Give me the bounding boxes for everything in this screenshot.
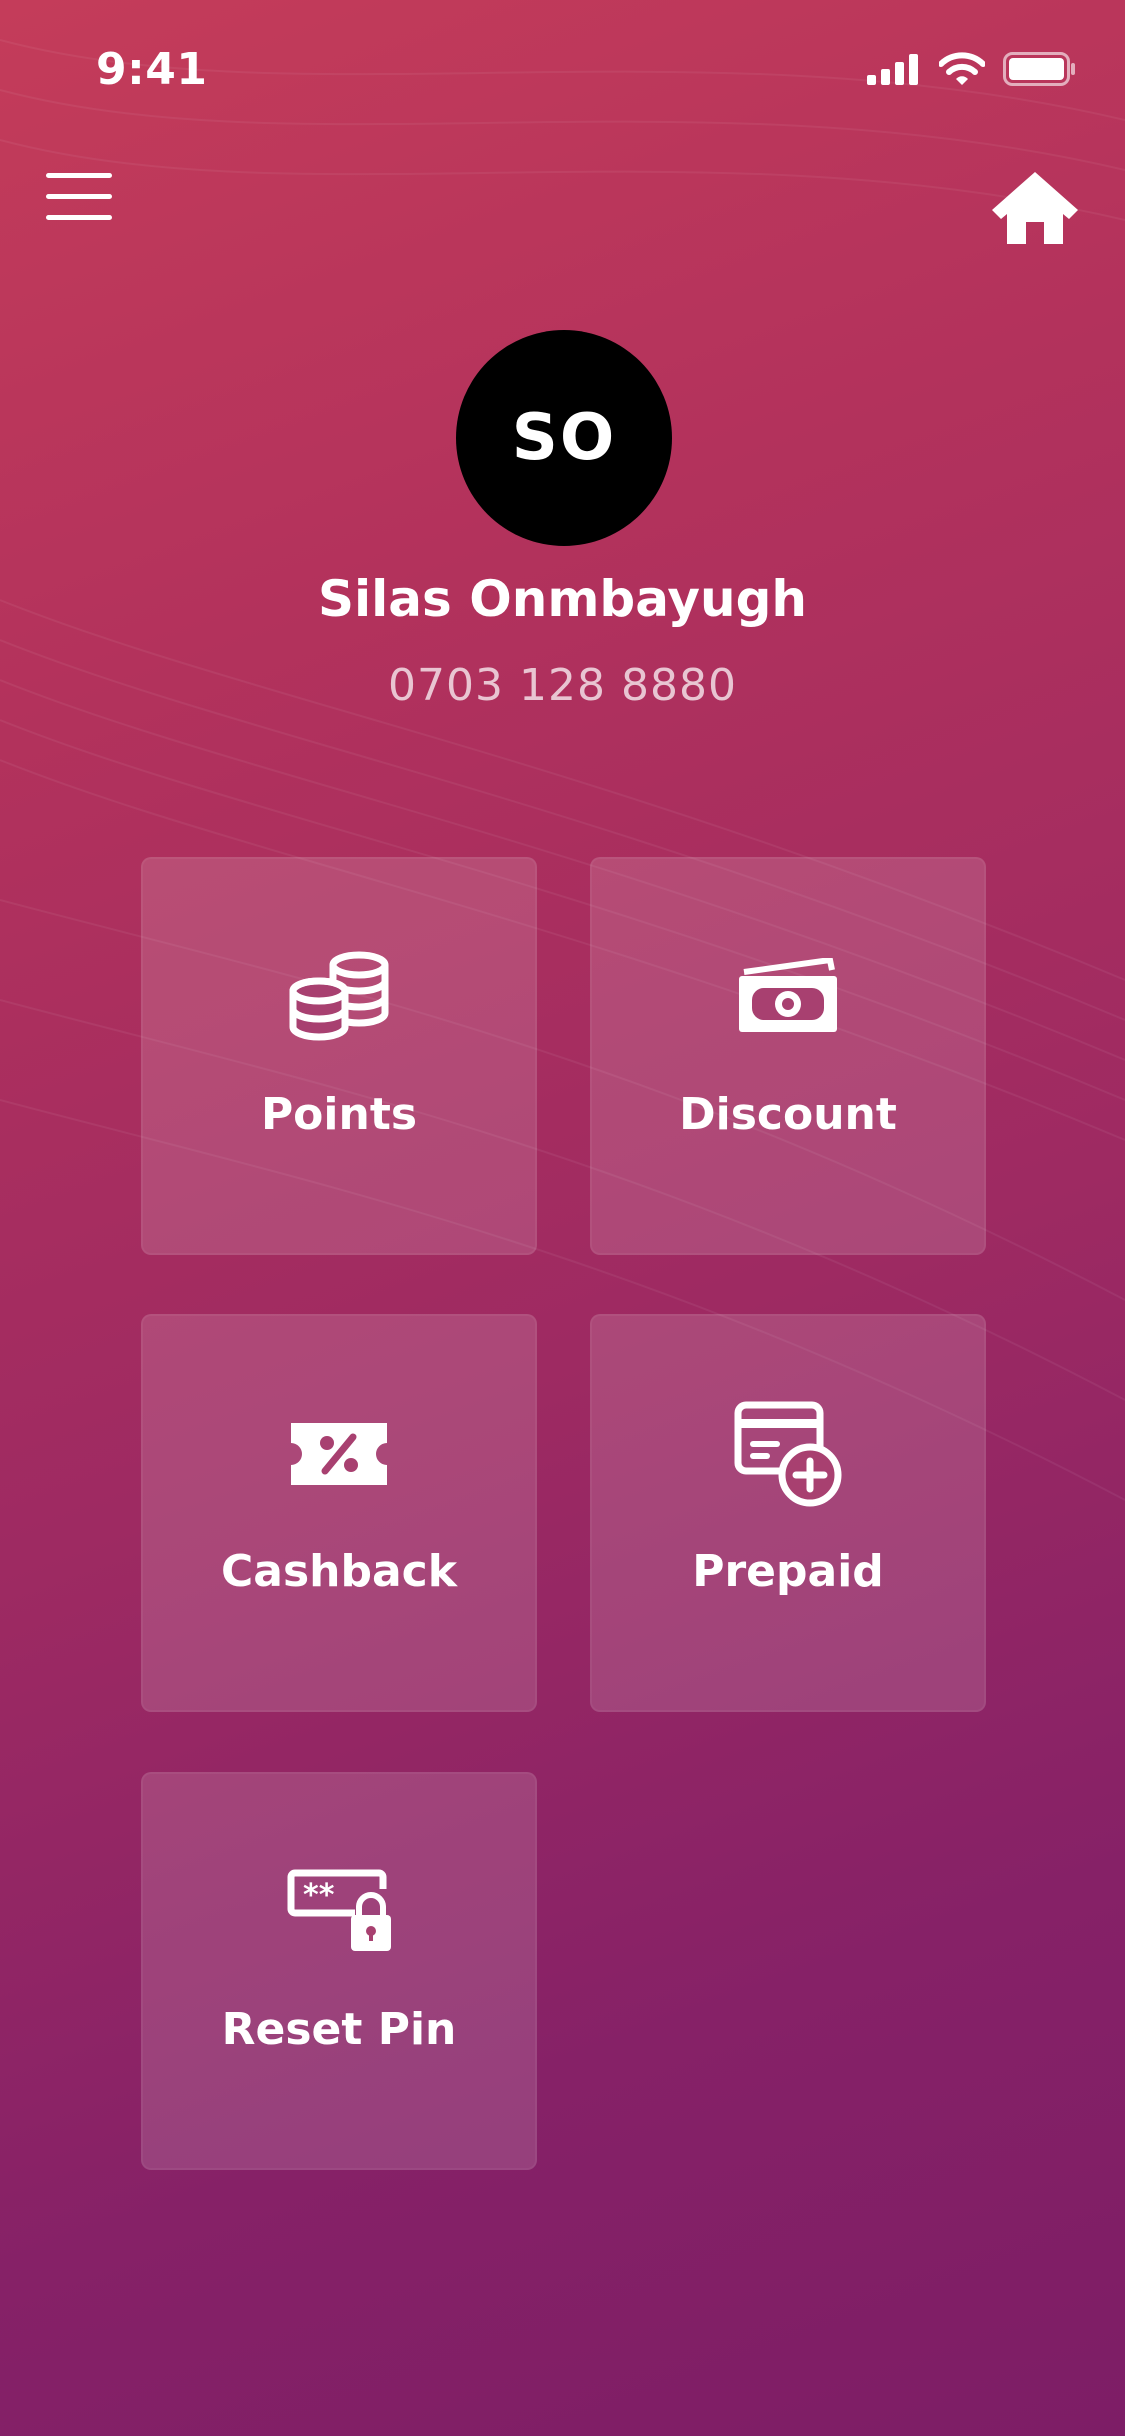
tile-cashback[interactable]: Cashback bbox=[141, 1314, 537, 1712]
status-icons bbox=[867, 52, 1077, 86]
user-phone: 0703 128 8880 bbox=[388, 660, 737, 711]
user-name: Silas Onmbayugh bbox=[318, 570, 807, 628]
coins-icon bbox=[289, 951, 389, 1041]
home-icon[interactable] bbox=[990, 170, 1080, 246]
status-time: 9:41 bbox=[96, 44, 208, 95]
avatar-initials: SO bbox=[511, 401, 617, 475]
tile-label: Reset Pin bbox=[221, 2004, 457, 2055]
tile-reset-pin[interactable]: ** Reset Pin bbox=[141, 1772, 537, 2170]
tile-discount[interactable]: Discount bbox=[590, 857, 986, 1255]
battery-icon bbox=[1003, 52, 1075, 86]
tile-label: Prepaid bbox=[692, 1546, 884, 1597]
tile-label: Points bbox=[260, 1089, 418, 1140]
cellular-signal-icon bbox=[867, 54, 918, 85]
wifi-icon bbox=[939, 52, 985, 85]
tile-prepaid[interactable]: Prepaid bbox=[590, 1314, 986, 1712]
money-bill-icon bbox=[739, 958, 837, 1032]
tile-label: Discount bbox=[679, 1089, 897, 1140]
tile-points[interactable]: Points bbox=[141, 857, 537, 1255]
avatar[interactable]: SO bbox=[456, 330, 672, 546]
svg-text:**: ** bbox=[303, 1878, 335, 1913]
hamburger-menu-icon[interactable] bbox=[46, 170, 112, 224]
tile-label: Cashback bbox=[220, 1546, 458, 1597]
pin-lock-icon: ** bbox=[287, 1869, 391, 1951]
status-bar: 9:41 bbox=[0, 0, 1125, 140]
card-add-icon bbox=[734, 1401, 842, 1507]
percent-ticket-icon bbox=[291, 1423, 387, 1485]
